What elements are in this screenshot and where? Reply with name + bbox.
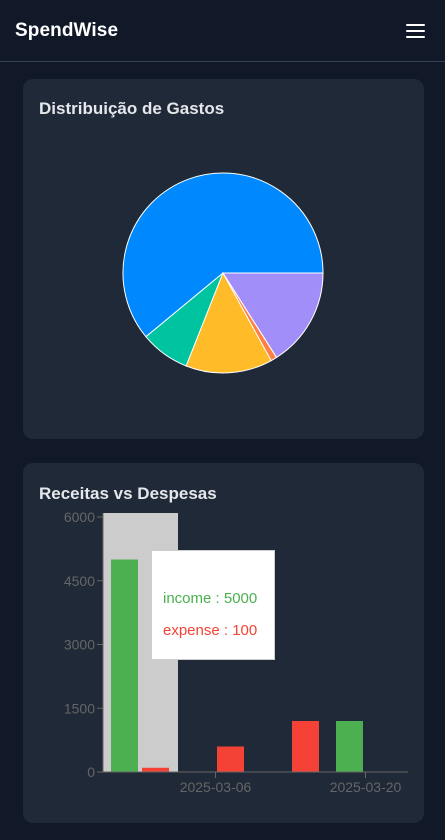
menu-bar-middle: [406, 29, 425, 32]
chart-tooltip: income : 5000 expense : 100: [151, 550, 275, 660]
bar-income-4[interactable]: [336, 721, 363, 772]
bar-expense-1[interactable]: [142, 767, 169, 772]
app-brand[interactable]: SpendWise: [15, 20, 118, 42]
tooltip-income: income : 5000: [163, 590, 258, 607]
navbar: SpendWise: [0, 0, 445, 62]
pie-chart: [122, 172, 324, 374]
bar-income-1[interactable]: [111, 559, 138, 773]
x-tick-label: 2025-03-06: [180, 779, 252, 795]
x-tick-label: 2025-03-20: [330, 779, 402, 795]
tooltip-expense: expense : 100: [163, 622, 258, 639]
hamburger-menu-icon[interactable]: [406, 20, 428, 42]
menu-bar-bottom: [406, 35, 425, 38]
y-tick-label: 4500: [64, 573, 95, 589]
y-tick-label: 1500: [64, 700, 95, 716]
bar-expense-3[interactable]: [292, 721, 319, 772]
menu-bar-top: [406, 23, 425, 26]
income-vs-expense-card: Receitas vs Despesas 0 1500 3000 4500 6000 20…: [23, 463, 424, 823]
expense-distribution-card: Distribuição de Gastos: [23, 79, 424, 439]
bar-expense-2[interactable]: [217, 746, 244, 773]
y-tick-label: 0: [87, 764, 95, 780]
y-tick-label: 6000: [64, 509, 95, 525]
y-tick-label: 3000: [64, 637, 95, 653]
